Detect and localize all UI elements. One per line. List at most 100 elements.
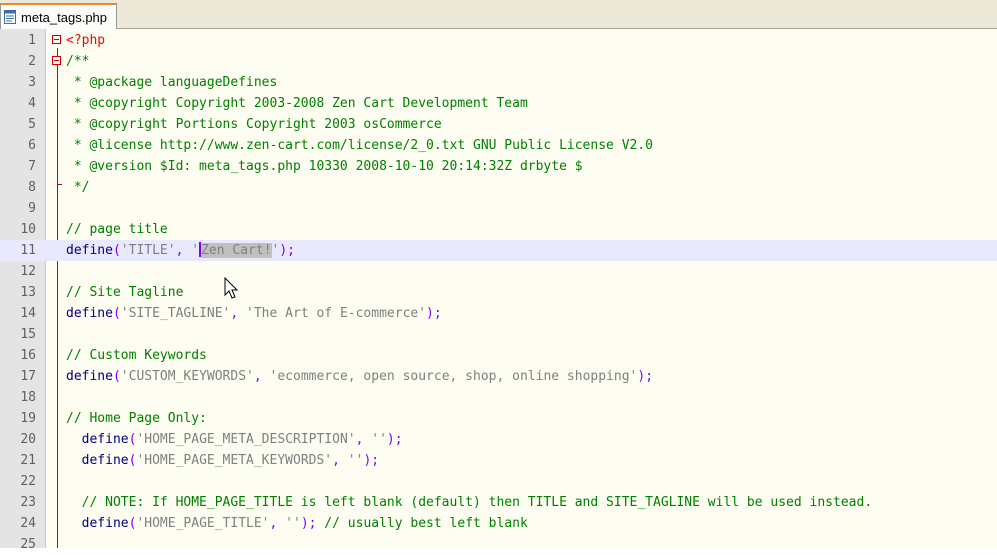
line-number: 23: [20, 495, 36, 510]
code-line[interactable]: 21 define('HOME_PAGE_META_KEYWORDS', '')…: [0, 450, 997, 471]
line-number: 21: [20, 453, 36, 468]
paren-close: );: [426, 306, 442, 321]
code-text: // Site Tagline: [66, 282, 183, 303]
string-value: '': [285, 516, 301, 531]
code-text: */: [66, 177, 90, 198]
constant-name: 'HOME_PAGE_META_DESCRIPTION': [136, 432, 356, 447]
code-line[interactable]: 22: [0, 471, 997, 492]
code-line[interactable]: 20 define('HOME_PAGE_META_DESCRIPTION', …: [0, 429, 997, 450]
code-line[interactable]: 17 define('CUSTOM_KEYWORDS', 'ecommerce, …: [0, 366, 997, 387]
line-number: 19: [20, 411, 36, 426]
comma: ,: [355, 432, 364, 447]
line-number: 6: [28, 138, 36, 153]
code-line[interactable]: 18: [0, 387, 997, 408]
code-text: * @version $Id: meta_tags.php 10330 2008…: [66, 156, 583, 177]
code-line[interactable]: 2 /**: [0, 51, 997, 72]
paren-close: );: [637, 369, 654, 384]
code-comment: * @package languageDefines: [66, 75, 278, 90]
code-text: * @copyright Portions Copyright 2003 osC…: [66, 114, 442, 135]
quote: ': [191, 243, 200, 258]
code-line[interactable]: 10 // page title: [0, 219, 997, 240]
line-number: 11: [20, 243, 36, 258]
code-line[interactable]: 23 // NOTE: If HOME_PAGE_TITLE is left b…: [0, 492, 997, 513]
constant-name: 'HOME_PAGE_TITLE': [136, 516, 270, 531]
paren-close: );: [300, 516, 317, 531]
code-text: // page title: [66, 219, 168, 240]
code-comment: * @license http://www.zen-cart.com/licen…: [66, 138, 653, 153]
code-line[interactable]: 11 define('TITLE', ' Zen Cart!');: [0, 240, 997, 261]
code-line[interactable]: 9: [0, 198, 997, 219]
code-line[interactable]: 3 * @package languageDefines: [0, 72, 997, 93]
tab-bar: meta_tags.php: [0, 0, 997, 29]
code-comment: // Home Page Only:: [66, 411, 207, 426]
file-icon: [4, 10, 16, 24]
code-line[interactable]: 19 // Home Page Only:: [0, 408, 997, 429]
code-text: // Home Page Only:: [66, 408, 207, 429]
code-line[interactable]: 5 * @copyright Portions Copyright 2003 o…: [0, 114, 997, 135]
define-keyword: define: [81, 453, 129, 468]
define-keyword: define: [81, 516, 129, 531]
code-text: <?php: [66, 30, 105, 51]
code-comment: // Custom Keywords: [66, 348, 207, 363]
code-line[interactable]: 14 define('SITE_TAGLINE', 'The Art of E-c…: [0, 303, 997, 324]
code-line[interactable]: 8 */: [0, 177, 997, 198]
code-line[interactable]: 6 * @license http://www.zen-cart.com/lic…: [0, 135, 997, 156]
code-line[interactable]: 12: [0, 261, 997, 282]
paren: (: [112, 369, 121, 384]
line-number: 16: [20, 348, 36, 363]
code-line[interactable]: 24 define('HOME_PAGE_TITLE', ''); // usu…: [0, 513, 997, 534]
code-comment: * @version $Id: meta_tags.php 10330 2008…: [66, 159, 583, 174]
line-number: 3: [28, 75, 36, 90]
constant-name: 'TITLE': [120, 243, 176, 258]
code-comment: /**: [66, 54, 90, 69]
code-text: define('HOME_PAGE_TITLE', ''); // usuall…: [66, 513, 528, 534]
line-number: 18: [20, 390, 36, 405]
line-number: 10: [20, 222, 36, 237]
comma: ,: [332, 453, 340, 468]
code-text: * @package languageDefines: [66, 72, 278, 93]
code-line[interactable]: 13 // Site Tagline: [0, 282, 997, 303]
code-comment: * @copyright Copyright 2003-2008 Zen Car…: [66, 96, 528, 111]
line-number: 13: [20, 285, 36, 300]
define-keyword: define: [66, 243, 113, 258]
string-value: 'ecommerce, open source, shop, online sh…: [269, 369, 638, 384]
line-number: 25: [20, 537, 36, 552]
constant-name: 'CUSTOM_KEYWORDS': [120, 369, 254, 384]
code-line[interactable]: 7 * @version $Id: meta_tags.php 10330 20…: [0, 156, 997, 177]
line-number: 12: [20, 264, 36, 279]
paren: (: [112, 243, 121, 258]
constant-name: 'HOME_PAGE_META_KEYWORDS': [136, 453, 333, 468]
paren: (: [112, 306, 121, 321]
code-line[interactable]: 16 // Custom Keywords: [0, 345, 997, 366]
code-comment: // NOTE: If HOME_PAGE_TITLE is left blan…: [66, 495, 873, 510]
mouse-pointer-icon: [224, 276, 240, 303]
code-text: // NOTE: If HOME_PAGE_TITLE is left blan…: [66, 492, 873, 513]
line-number: 9: [28, 201, 36, 216]
line-number: 1: [28, 33, 36, 48]
line-number: 17: [20, 369, 36, 384]
comma: ,: [269, 516, 278, 531]
code-comment: */: [66, 180, 90, 195]
code-text: define('SITE_TAGLINE', 'The Art of E-com…: [66, 303, 442, 324]
line-number: 7: [28, 159, 36, 174]
line-number: 15: [20, 327, 36, 342]
code-editor[interactable]: 1 <?php 2/** 3 * @package languageDefines 4 …: [0, 29, 997, 552]
line-number: 5: [28, 117, 36, 132]
paren-close: );: [279, 243, 296, 258]
inline-comment: // usually best left blank: [316, 516, 528, 531]
code-line[interactable]: 4 * @copyright Copyright 2003-2008 Zen C…: [0, 93, 997, 114]
line-number: 22: [20, 474, 36, 489]
code-line[interactable]: 1 <?php: [0, 30, 997, 51]
tab-meta-tags-php[interactable]: meta_tags.php: [0, 3, 117, 29]
code-line[interactable]: 15: [0, 324, 997, 345]
php-open-tag: <?php: [66, 33, 106, 48]
comma: ,: [175, 243, 184, 258]
code-comment: // Site Tagline: [66, 285, 184, 300]
paren-close: );: [363, 453, 380, 468]
code-text: * @copyright Copyright 2003-2008 Zen Car…: [66, 93, 528, 114]
code-comment: * @copyright Portions Copyright 2003 osC…: [66, 117, 442, 132]
line-number: 8: [28, 180, 36, 195]
define-keyword: define: [66, 369, 113, 384]
tab-label: meta_tags.php: [21, 9, 108, 25]
code-line[interactable]: 25: [0, 534, 997, 555]
